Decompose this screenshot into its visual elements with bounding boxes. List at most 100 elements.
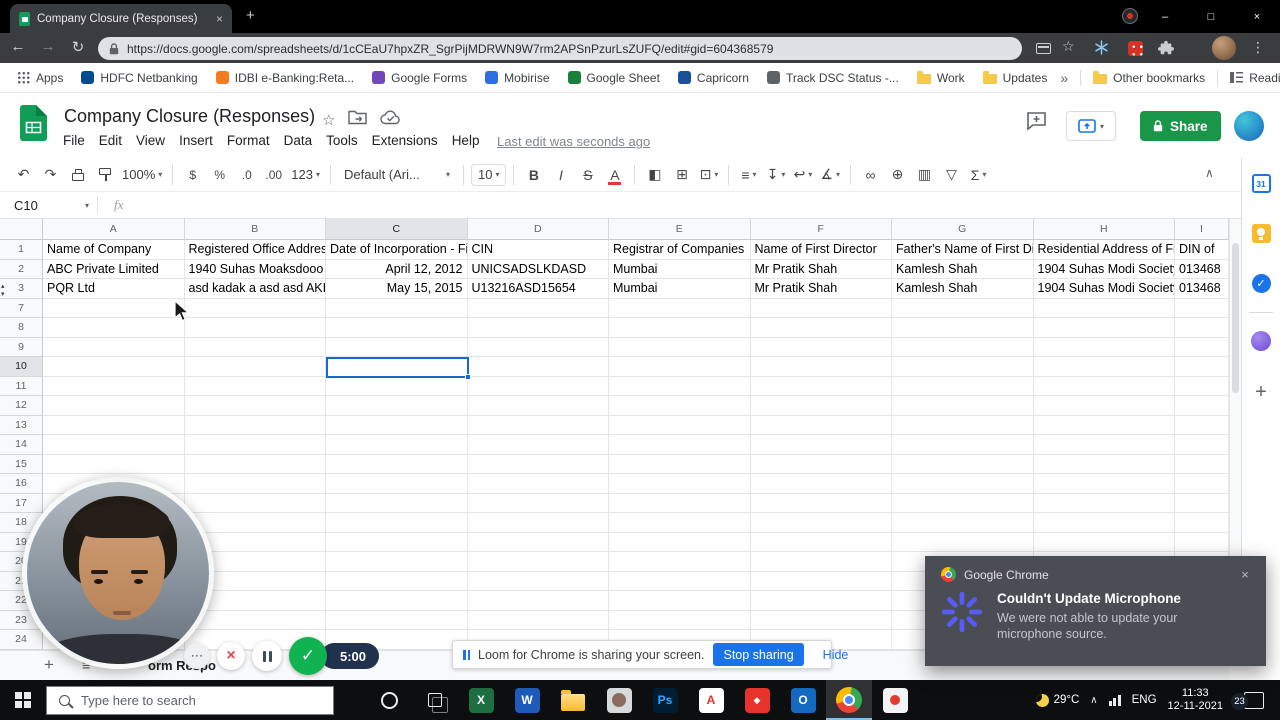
cell-I10[interactable] — [1175, 357, 1229, 377]
undo-icon[interactable]: ↶ — [11, 163, 36, 187]
get-addons-icon[interactable]: + — [1242, 382, 1280, 402]
cell-H19[interactable] — [1033, 532, 1175, 552]
cell-F15[interactable] — [750, 454, 892, 474]
cell-F2[interactable]: Mr Pratik Shah — [750, 259, 892, 279]
cell-D16[interactable] — [467, 474, 609, 494]
cell-C14[interactable] — [326, 435, 468, 455]
hide-button[interactable]: Hide — [813, 648, 859, 662]
bookmarks-overflow-icon[interactable]: » — [1056, 70, 1072, 86]
cell-D13[interactable] — [467, 415, 609, 435]
cell-B15[interactable] — [184, 454, 326, 474]
row-header-1[interactable]: 1 — [0, 240, 43, 260]
cell-E19[interactable] — [609, 532, 751, 552]
extension-red-icon[interactable] — [1128, 41, 1143, 56]
tab-close-icon[interactable]: × — [216, 12, 223, 26]
cell-B14[interactable] — [184, 435, 326, 455]
cell-E20[interactable] — [609, 552, 751, 572]
extensions-puzzle-icon[interactable] — [1158, 40, 1174, 61]
cell-C17[interactable] — [326, 493, 468, 513]
bookmark-item[interactable]: Updates — [974, 63, 1057, 92]
cell-I13[interactable] — [1175, 415, 1229, 435]
bookmark-item[interactable]: Google Forms — [363, 63, 476, 92]
cell-C22[interactable] — [326, 591, 468, 611]
cell-C8[interactable] — [326, 318, 468, 338]
more-options-button[interactable]: ⋯ — [184, 643, 210, 669]
cell-A8[interactable] — [43, 318, 185, 338]
menu-edit[interactable]: Edit — [92, 131, 129, 150]
cell-D10[interactable] — [467, 357, 609, 377]
bookmark-item[interactable]: Google Sheet — [559, 63, 669, 92]
column-header-I[interactable]: I — [1175, 219, 1229, 240]
cell-H11[interactable] — [1033, 376, 1175, 396]
cell-I11[interactable] — [1175, 376, 1229, 396]
cell-A3[interactable]: PQR Ltd — [43, 279, 185, 299]
cell-C11[interactable] — [326, 376, 468, 396]
taskbar-clock[interactable]: 11:33 12-11-2021 — [1168, 687, 1223, 714]
close-button[interactable]: × — [1234, 0, 1280, 33]
insert-link-icon[interactable]: ∞ — [858, 163, 883, 187]
row-header-15[interactable]: 15 — [0, 454, 43, 474]
cell-A12[interactable] — [43, 396, 185, 416]
functions-icon[interactable]: Σ ▾ — [966, 163, 991, 187]
merge-cells-icon[interactable]: ⊡ ▾ — [696, 163, 721, 187]
cell-H15[interactable] — [1033, 454, 1175, 474]
number-format-select[interactable]: 123 ▾ — [288, 163, 323, 187]
percent-icon[interactable]: % — [207, 163, 232, 187]
borders-icon[interactable]: ⊞ — [669, 163, 694, 187]
column-header-A[interactable]: A — [43, 219, 185, 240]
cell-G1[interactable]: Father's Name of First Di — [892, 240, 1034, 260]
cell-I9[interactable] — [1175, 337, 1229, 357]
text-rotation-icon[interactable]: ∡ ▾ — [817, 163, 843, 187]
text-color-icon[interactable]: A — [602, 163, 627, 187]
cell-C3[interactable]: May 15, 2015 — [326, 279, 468, 299]
sheets-logo-icon[interactable] — [20, 105, 47, 146]
menu-tools[interactable]: Tools — [319, 131, 365, 150]
column-header-B[interactable]: B — [184, 219, 326, 240]
cell-C12[interactable] — [326, 396, 468, 416]
bookmark-item[interactable]: IDBI e-Banking:Reta... — [207, 63, 363, 92]
cell-G13[interactable] — [892, 415, 1034, 435]
cell-H16[interactable] — [1033, 474, 1175, 494]
cell-E1[interactable]: Registrar of Companies — [609, 240, 751, 260]
horizontal-align-icon[interactable]: ≡ ▾ — [736, 163, 761, 187]
cell-D3[interactable]: U13216ASD15654 — [467, 279, 609, 299]
cell-D18[interactable] — [467, 513, 609, 533]
decrease-decimal-icon[interactable]: .0 — [234, 163, 259, 187]
select-all-corner[interactable] — [0, 219, 43, 240]
cell-F18[interactable] — [750, 513, 892, 533]
taskbar-excel-icon[interactable]: X — [458, 680, 504, 720]
cell-C23[interactable] — [326, 610, 468, 630]
cell-G7[interactable] — [892, 298, 1034, 318]
cell-I1[interactable]: DIN of — [1175, 240, 1229, 260]
zoom-select[interactable]: 100% ▾ — [119, 163, 165, 187]
column-header-C[interactable]: C — [326, 219, 468, 240]
row-header-12[interactable]: 12 — [0, 396, 43, 416]
cell-F21[interactable] — [750, 571, 892, 591]
taskbar-acrobat-icon[interactable]: A — [688, 680, 734, 720]
cell-D2[interactable]: UNICSADSLKDASD — [467, 259, 609, 279]
taskbar-generic-app-icon[interactable] — [596, 680, 642, 720]
increase-decimal-icon[interactable]: .00 — [261, 163, 286, 187]
cell-H13[interactable] — [1033, 415, 1175, 435]
cell-H9[interactable] — [1033, 337, 1175, 357]
cell-G11[interactable] — [892, 376, 1034, 396]
bookmark-star-icon[interactable]: ☆ — [1062, 38, 1075, 55]
cell-D21[interactable] — [467, 571, 609, 591]
cell-H17[interactable] — [1033, 493, 1175, 513]
cell-A9[interactable] — [43, 337, 185, 357]
star-icon[interactable]: ☆ — [322, 111, 335, 129]
cell-G2[interactable]: Kamlesh Shah — [892, 259, 1034, 279]
menu-data[interactable]: Data — [277, 131, 320, 150]
row-header-9[interactable]: 9 — [0, 337, 43, 357]
cell-I18[interactable] — [1175, 513, 1229, 533]
cell-C9[interactable] — [326, 337, 468, 357]
cell-H2[interactable]: 1904 Suhas Modi Society — [1033, 259, 1175, 279]
cell-F12[interactable] — [750, 396, 892, 416]
cell-F22[interactable] — [750, 591, 892, 611]
cell-G3[interactable]: Kamlesh Shah — [892, 279, 1034, 299]
cell-I8[interactable] — [1175, 318, 1229, 338]
cell-B2[interactable]: 1940 Suhas Moaksdooo — [184, 259, 326, 279]
cell-B7[interactable] — [184, 298, 326, 318]
cell-C18[interactable] — [326, 513, 468, 533]
last-edit-link[interactable]: Last edit was seconds ago — [497, 134, 650, 149]
